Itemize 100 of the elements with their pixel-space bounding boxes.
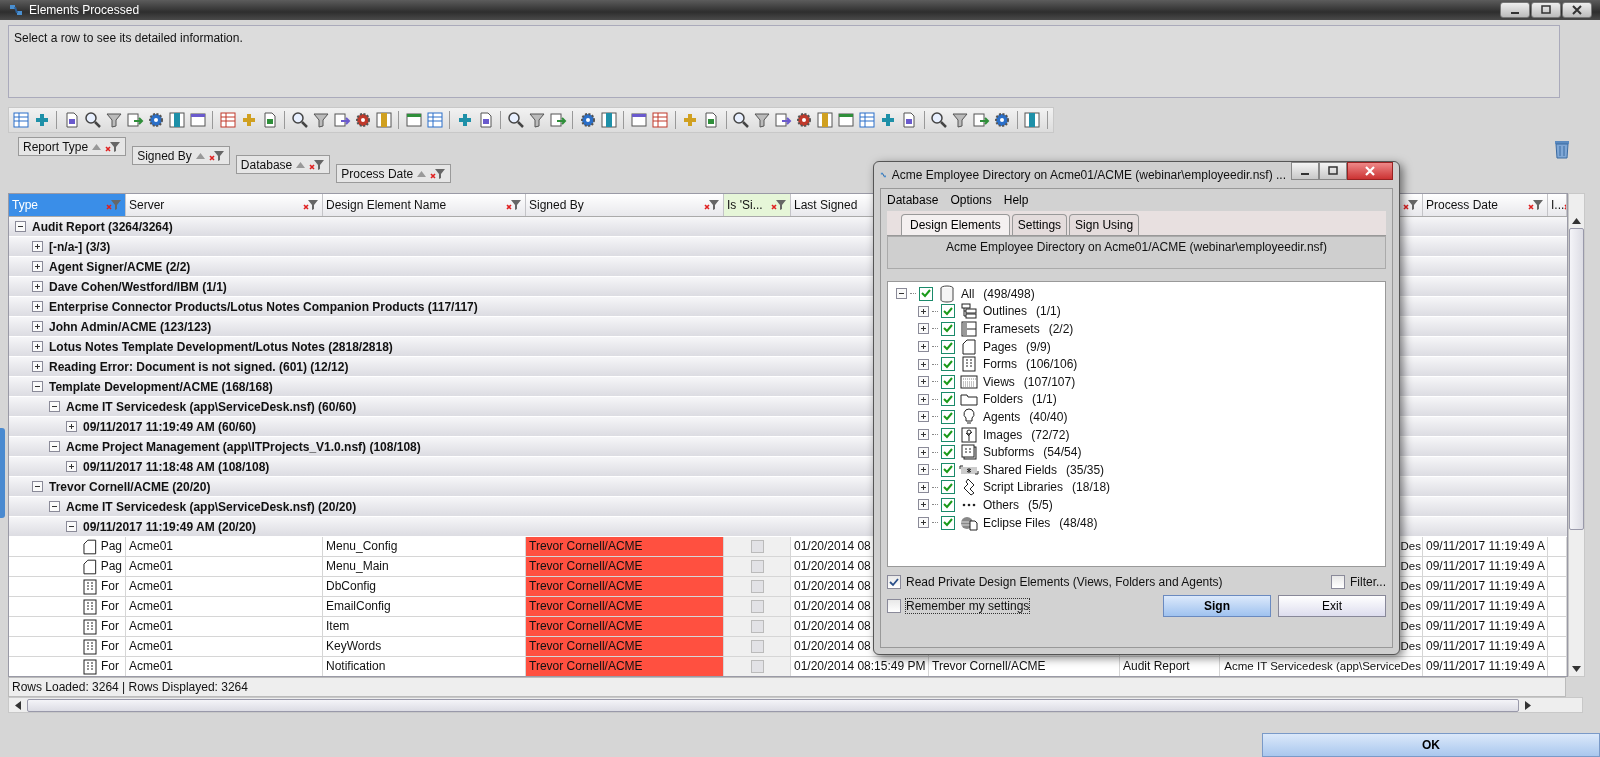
table-cell: Acme01 — [126, 597, 323, 616]
chip-label: Report Type — [23, 139, 89, 154]
table-cell-text: For — [101, 578, 119, 595]
tree-item-label[interactable]: Shared Fields — [983, 462, 1058, 477]
group-label: Enterprise Connector Products/Lotus Notes Companion Products (117/117) — [49, 299, 478, 314]
group-label: Reading Error: Document is not signed. (601) (12/12) — [49, 359, 349, 374]
table-cell: Trevor Cornell/ACME — [929, 657, 1120, 676]
table-cell-text: For — [101, 618, 119, 635]
table-cell-text: For — [101, 658, 119, 675]
tree-item-label[interactable]: Subforms — [983, 445, 1035, 460]
tree-item-label[interactable]: Others — [983, 497, 1019, 512]
table-cell-text: For — [101, 638, 119, 655]
table-cell-text: Pag — [100, 558, 122, 575]
chip-label: Database — [240, 157, 293, 172]
group-by-chip[interactable]: Database — [235, 155, 331, 174]
column-header[interactable]: Is 'Si... — [724, 194, 791, 216]
table-cell: Acme01 — [126, 577, 323, 596]
group-label: Lotus Notes Template Development/Lotus Notes (2818/2818) — [49, 339, 393, 354]
item-count: (48/48) — [1059, 515, 1098, 530]
table-cell: Des — [1400, 620, 1421, 632]
table-cell: Acme01 — [126, 557, 323, 576]
group-label: Audit Report (3264/3264) — [32, 219, 173, 234]
group-label: Trevor Cornell/ACME (20/20) — [49, 479, 211, 494]
table-cell: Des — [1400, 560, 1421, 572]
table-cell: Trevor Cornell/ACME — [526, 537, 724, 556]
sign-button[interactable]: Sign — [1163, 595, 1271, 617]
exit-button[interactable]: Exit — [1278, 595, 1386, 617]
table-cell: Des — [1400, 580, 1421, 592]
group-label: [-n/a-] (3/3) — [49, 239, 111, 254]
info-text: Select a row to see its detailed information. — [14, 31, 243, 45]
table-cell: 09/11/2017 11:19:49 A — [1423, 637, 1548, 656]
chip-label: Signed By — [137, 148, 192, 163]
table-cell-text: Pag — [100, 538, 122, 555]
table-cell-text: For — [101, 598, 119, 615]
table-cell: Acme IT Servicedesk (app\ServiceDes — [1224, 660, 1421, 672]
column-header[interactable]: Design Element Name — [323, 194, 526, 216]
tree-item-label[interactable]: Views — [983, 374, 1015, 389]
group-label: John Admin/ACME (123/123) — [49, 319, 212, 334]
table-cell: Acme01 — [126, 657, 323, 676]
item-count: (35/35) — [1066, 462, 1105, 477]
checkbox-label: Filter... — [1350, 575, 1386, 589]
tree-item-label[interactable]: Outlines — [983, 304, 1028, 319]
tab[interactable]: Design Elements — [901, 214, 1010, 235]
group-label: Dave Cohen/Westford/IBM (1/1) — [49, 279, 227, 294]
item-count: (18/18) — [1072, 480, 1111, 495]
table-cell: Audit Report — [1120, 657, 1220, 676]
table-cell: Trevor Cornell/ACME — [526, 597, 724, 616]
item-count: (9/9) — [1026, 339, 1051, 354]
group-by-chip[interactable]: Report Type — [18, 137, 127, 156]
tree-item-label[interactable]: Pages — [983, 339, 1018, 354]
tree-item-label[interactable]: Eclipse Files — [983, 515, 1051, 530]
table-cell: Acme01 — [126, 637, 323, 656]
dialog-title: Acme Employee Directory on Acme01/ACME (webinar\employeedir.nsf) ... — [891, 168, 1286, 182]
column-header[interactable]: Process Date — [1423, 194, 1548, 216]
window-title: Elements Processed — [29, 3, 141, 17]
group-label: Acme IT Servicedesk (app\ServiceDesk.nsf) (60/60) — [66, 399, 357, 414]
chip-label: Process Date — [341, 166, 414, 181]
table-cell: 09/11/2017 11:19:49 A — [1423, 537, 1548, 556]
item-count: (107/107) — [1023, 374, 1076, 389]
group-label: 09/11/2017 11:19:49 AM (60/60) — [83, 419, 256, 434]
status-text: Rows Loaded: 3264 | Rows Displayed: 3264 — [12, 680, 248, 694]
item-count: (5/5) — [1028, 497, 1053, 512]
table-cell: Acme01 — [126, 537, 323, 556]
table-cell: Trevor Cornell/ACME — [526, 637, 724, 656]
table-cell: Acme01 — [126, 617, 323, 636]
table-cell: 01/20/2014 08:15:49 PM — [791, 657, 929, 676]
table-cell: Trevor Cornell/ACME — [526, 577, 724, 596]
group-label: Acme Project Management (app\ITProjects_V1.0.nsf) (108/108) — [66, 439, 421, 454]
tab[interactable]: Sign Using — [1069, 214, 1140, 235]
group-label: Acme IT Servicedesk (app\ServiceDesk.nsf) (20/20) — [66, 499, 357, 514]
group-by-chip[interactable]: Signed By — [132, 146, 230, 165]
menu-item[interactable]: Help — [1003, 193, 1035, 207]
table-cell: 09/11/2017 11:19:49 A — [1423, 617, 1548, 636]
table-cell: Trevor Cornell/ACME — [526, 557, 724, 576]
item-count: (2/2) — [1048, 322, 1074, 336]
description-text: Acme Employee Directory on Acme01/ACME (webinar\employeedir.nsf) — [946, 240, 1327, 254]
table-cell: 09/11/2017 11:19:49 A — [1423, 557, 1548, 576]
menu-item[interactable]: Options — [950, 193, 998, 207]
group-label: Template Development/ACME (168/168) — [49, 379, 273, 394]
tree-item-label[interactable]: Framesets — [983, 322, 1040, 336]
tree-item-label[interactable]: Script Libraries — [983, 480, 1064, 495]
column-header[interactable]: Server — [126, 194, 323, 216]
table-cell: 09/11/2017 11:19:49 A — [1423, 597, 1548, 616]
table-cell: 09/11/2017 11:19:49 A — [1423, 657, 1548, 676]
ok-button[interactable]: OK — [1262, 733, 1600, 757]
group-label: 09/11/2017 11:18:48 AM (108/108) — [83, 459, 270, 474]
tab[interactable]: Settings — [1011, 214, 1068, 235]
group-label: 09/11/2017 11:19:49 AM (20/20) — [83, 519, 256, 534]
item-count: (54/54) — [1043, 445, 1082, 460]
table-cell: Des — [1400, 540, 1421, 552]
item-count: (1/1) — [1036, 304, 1061, 319]
group-by-chip[interactable]: Process Date — [336, 164, 452, 183]
table-cell: Des — [1400, 640, 1421, 652]
table-cell: Trevor Cornell/ACME — [526, 617, 724, 636]
table-cell: 09/11/2017 11:19:49 A — [1423, 577, 1548, 596]
table-cell: Trevor Cornell/ACME — [526, 657, 724, 676]
tree-item-label[interactable]: Forms — [983, 357, 1017, 372]
item-count: (106/106) — [1026, 357, 1078, 372]
group-label: Agent Signer/ACME (2/2) — [49, 259, 191, 274]
table-cell: Des — [1400, 600, 1421, 612]
